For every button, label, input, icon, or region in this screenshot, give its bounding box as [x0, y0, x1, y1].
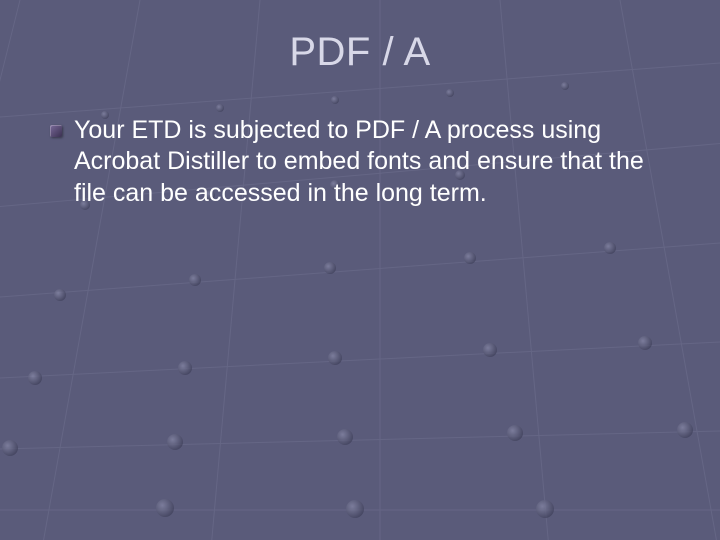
bullet-icon	[50, 125, 62, 137]
slide-title: PDF / A	[50, 30, 670, 75]
slide-content: PDF / A Your ETD is subjected to PDF / A…	[0, 0, 720, 209]
bullet-item: Your ETD is subjected to PDF / A process…	[50, 115, 670, 209]
bullet-text: Your ETD is subjected to PDF / A process…	[74, 115, 670, 209]
